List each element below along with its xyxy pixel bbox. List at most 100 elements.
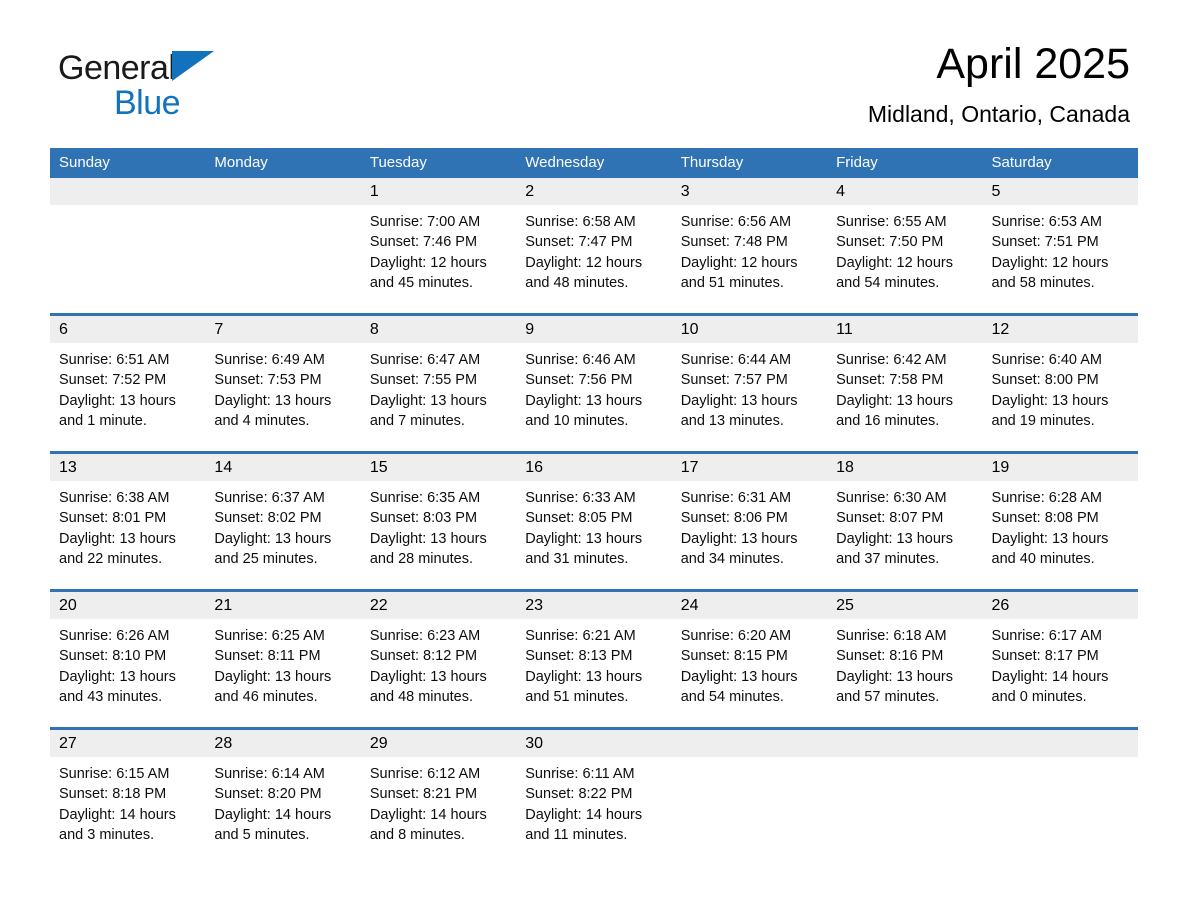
- week-detail-strip: Sunrise: 6:15 AM Sunset: 8:18 PM Daylight:…: [50, 757, 1138, 869]
- day-number[interactable]: 10: [672, 316, 827, 343]
- daylight-text: Daylight: 13 hours and 48 minutes.: [369, 668, 487, 705]
- day-number[interactable]: 11: [827, 316, 982, 343]
- day-number[interactable]: 20: [50, 592, 205, 619]
- day-number[interactable]: 30: [516, 730, 671, 757]
- day-cell[interactable]: Sunrise: 6:26 AM Sunset: 8:10 PM Daylight:…: [50, 619, 205, 727]
- sunrise-text: Sunrise: 6:35 AM: [369, 490, 481, 506]
- calendar-week-row: 27 28 29 30 Sunrise: 6:15 AM Sunset: 8:18 PM D…: [50, 727, 1138, 869]
- weekday-friday: Friday: [836, 154, 878, 171]
- day-number[interactable]: 25: [827, 592, 982, 619]
- day-number[interactable]: 16: [516, 454, 671, 481]
- day-cell[interactable]: Sunrise: 6:18 AM Sunset: 8:16 PM Daylight:…: [827, 619, 982, 727]
- day-number[interactable]: 3: [672, 178, 827, 205]
- day-cell[interactable]: Sunrise: 6:12 AM Sunset: 8:21 PM Daylight:…: [361, 757, 516, 869]
- day-cell[interactable]: Sunrise: 6:23 AM Sunset: 8:12 PM Daylight:…: [361, 619, 516, 727]
- sunrise-text: Sunrise: 6:55 AM: [836, 214, 947, 230]
- day-number[interactable]: 21: [205, 592, 360, 619]
- day-cell[interactable]: Sunrise: 6:20 AM Sunset: 8:15 PM Daylight:…: [672, 619, 827, 727]
- day-cell[interactable]: Sunrise: 6:25 AM Sunset: 8:11 PM Daylight:…: [205, 619, 360, 727]
- daylight-text: Daylight: 12 hours and 45 minutes.: [369, 254, 487, 291]
- day-cell[interactable]: Sunrise: 6:38 AM Sunset: 8:01 PM Daylight:…: [50, 481, 205, 589]
- week-detail-strip: Sunrise: 6:26 AM Sunset: 8:10 PM Daylight:…: [50, 619, 1138, 727]
- daylight-text: Daylight: 13 hours and 54 minutes.: [680, 668, 798, 705]
- day-number[interactable]: 26: [983, 592, 1138, 619]
- sunrise-text: Sunrise: 6:15 AM: [59, 766, 170, 782]
- sunset-text: Sunset: 7:53 PM: [214, 372, 322, 389]
- day-number-empty: [205, 178, 360, 205]
- day-cell[interactable]: Sunrise: 6:35 AM Sunset: 8:03 PM Daylight:…: [361, 481, 516, 589]
- day-number[interactable]: 14: [205, 454, 360, 481]
- sunset-text: Sunset: 8:13 PM: [525, 648, 633, 665]
- daylight-text: Daylight: 13 hours and 16 minutes.: [836, 392, 953, 429]
- day-cell-empty: [672, 757, 827, 869]
- day-cell[interactable]: Sunrise: 6:40 AM Sunset: 8:00 PM Daylight:…: [983, 343, 1138, 451]
- week-date-strip: 20 21 22 23 24 25 26: [50, 592, 1138, 619]
- day-number[interactable]: 12: [983, 316, 1138, 343]
- day-number[interactable]: 15: [361, 454, 516, 481]
- day-cell[interactable]: Sunrise: 6:55 AM Sunset: 7:50 PM Daylight:…: [827, 205, 982, 313]
- day-number[interactable]: 8: [361, 316, 516, 343]
- day-number[interactable]: 5: [983, 178, 1138, 205]
- day-cell[interactable]: Sunrise: 6:58 AM Sunset: 7:47 PM Daylight:…: [516, 205, 671, 313]
- day-cell[interactable]: Sunrise: 6:47 AM Sunset: 7:55 PM Daylight:…: [361, 343, 516, 451]
- day-cell[interactable]: Sunrise: 6:21 AM Sunset: 8:13 PM Daylight:…: [516, 619, 671, 727]
- sunrise-text: Sunrise: 6:51 AM: [59, 352, 170, 368]
- day-number[interactable]: 1: [361, 178, 516, 205]
- day-number[interactable]: 6: [50, 316, 205, 343]
- sunrise-text: Sunrise: 6:21 AM: [525, 628, 636, 644]
- day-cell[interactable]: Sunrise: 6:56 AM Sunset: 7:48 PM Daylight:…: [672, 205, 827, 313]
- calendar-page: General Blue April 2025 Midland, Ontario…: [0, 0, 1188, 918]
- day-cell[interactable]: Sunrise: 6:31 AM Sunset: 8:06 PM Daylight:…: [672, 481, 827, 589]
- calendar-week-row: 13 14 15 16 17 18 19 Sunrise: 6:38 AM Sunset: 8:…: [50, 451, 1138, 589]
- day-cell[interactable]: Sunrise: 6:28 AM Sunset: 8:08 PM Daylight:…: [983, 481, 1138, 589]
- general-blue-logo[interactable]: General Blue: [58, 48, 318, 128]
- day-cell[interactable]: Sunrise: 6:53 AM Sunset: 7:51 PM Daylight:…: [983, 205, 1138, 313]
- day-number[interactable]: 7: [205, 316, 360, 343]
- sunrise-text: Sunrise: 6:37 AM: [214, 490, 325, 506]
- sunrise-text: Sunrise: 6:58 AM: [525, 214, 636, 230]
- day-number[interactable]: 22: [361, 592, 516, 619]
- daylight-text: Daylight: 13 hours and 31 minutes.: [525, 530, 643, 567]
- daylight-text: Daylight: 13 hours and 34 minutes.: [680, 530, 798, 567]
- day-cell[interactable]: Sunrise: 6:46 AM Sunset: 7:56 PM Daylight:…: [516, 343, 671, 451]
- weekday-monday: Monday: [214, 154, 268, 171]
- sunset-text: Sunset: 7:55 PM: [369, 372, 478, 389]
- day-cell[interactable]: Sunrise: 7:00 AM Sunset: 7:46 PM Daylight:…: [361, 205, 516, 313]
- daylight-text: Daylight: 12 hours and 54 minutes.: [836, 254, 953, 291]
- day-number[interactable]: 29: [361, 730, 516, 757]
- day-cell[interactable]: Sunrise: 6:37 AM Sunset: 8:02 PM Daylight:…: [205, 481, 360, 589]
- day-number[interactable]: 2: [516, 178, 671, 205]
- day-number[interactable]: 13: [50, 454, 205, 481]
- day-number[interactable]: 18: [827, 454, 982, 481]
- day-number[interactable]: 4: [827, 178, 982, 205]
- day-cell[interactable]: Sunrise: 6:49 AM Sunset: 7:53 PM Daylight:…: [205, 343, 360, 451]
- day-cell[interactable]: Sunrise: 6:44 AM Sunset: 7:57 PM Daylight:…: [672, 343, 827, 451]
- day-cell[interactable]: Sunrise: 6:11 AM Sunset: 8:22 PM Daylight:…: [516, 757, 671, 869]
- day-cell[interactable]: Sunrise: 6:30 AM Sunset: 8:07 PM Daylight:…: [827, 481, 982, 589]
- day-cell[interactable]: Sunrise: 6:15 AM Sunset: 8:18 PM Daylight:…: [50, 757, 205, 869]
- day-number[interactable]: 17: [672, 454, 827, 481]
- sunset-text: Sunset: 8:20 PM: [214, 786, 322, 803]
- sunset-text: Sunset: 8:01 PM: [59, 510, 167, 527]
- day-number[interactable]: 9: [516, 316, 671, 343]
- day-cell[interactable]: Sunrise: 6:42 AM Sunset: 7:58 PM Daylight:…: [827, 343, 982, 451]
- day-number[interactable]: 24: [672, 592, 827, 619]
- sunrise-text: Sunrise: 6:38 AM: [59, 490, 170, 506]
- day-cell[interactable]: Sunrise: 6:14 AM Sunset: 8:20 PM Daylight:…: [205, 757, 360, 869]
- day-cell[interactable]: Sunrise: 6:51 AM Sunset: 7:52 PM Daylight:…: [50, 343, 205, 451]
- daylight-text: Daylight: 14 hours and 8 minutes.: [369, 806, 487, 843]
- day-cell[interactable]: Sunrise: 6:17 AM Sunset: 8:17 PM Daylight:…: [983, 619, 1138, 727]
- sunset-text: Sunset: 8:15 PM: [680, 648, 788, 665]
- day-cell[interactable]: Sunrise: 6:33 AM Sunset: 8:05 PM Daylight:…: [516, 481, 671, 589]
- sunset-text: Sunset: 8:11 PM: [214, 648, 321, 665]
- week-date-strip: 27 28 29 30: [50, 730, 1138, 757]
- day-number[interactable]: 27: [50, 730, 205, 757]
- day-number[interactable]: 28: [205, 730, 360, 757]
- day-number[interactable]: 23: [516, 592, 671, 619]
- day-number[interactable]: 19: [983, 454, 1138, 481]
- sunrise-text: Sunrise: 6:53 AM: [991, 214, 1102, 230]
- sunrise-text: Sunrise: 6:30 AM: [836, 490, 947, 506]
- sunrise-text: Sunrise: 6:42 AM: [836, 352, 947, 368]
- daylight-text: Daylight: 14 hours and 5 minutes.: [214, 806, 332, 843]
- sunrise-text: Sunrise: 6:26 AM: [59, 628, 170, 644]
